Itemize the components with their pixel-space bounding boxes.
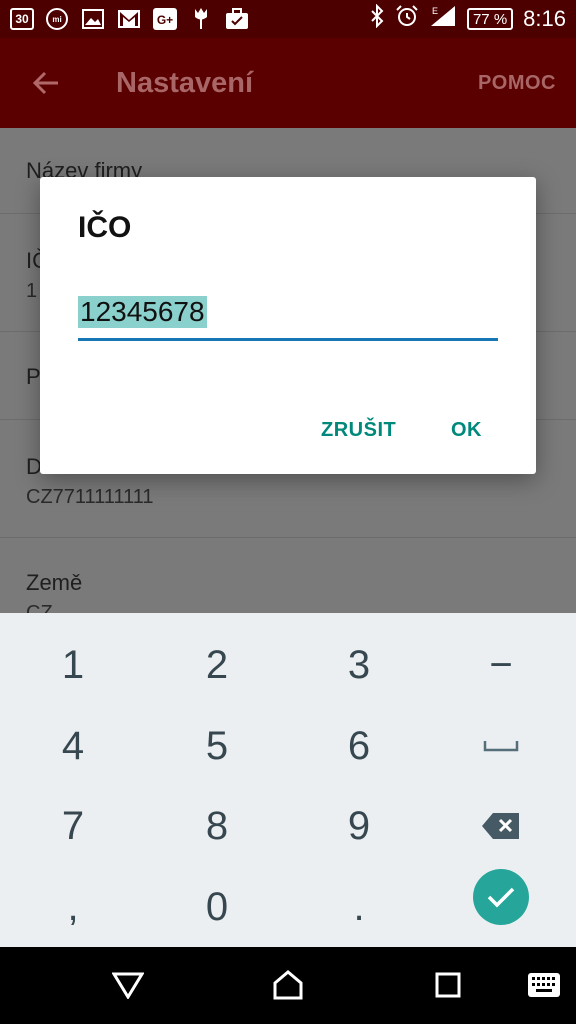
- system-icons: E 77 % 8:16: [369, 3, 566, 34]
- key-8[interactable]: 8: [147, 786, 287, 866]
- bluetooth-icon: [369, 3, 385, 34]
- ico-dialog: IČO 12345678 ZRUŠIT OK: [40, 177, 536, 474]
- key-period[interactable]: .: [289, 867, 429, 947]
- tulip-icon: [188, 7, 214, 31]
- dialog-title: IČO: [78, 211, 132, 244]
- app-bar: Nastavení POMOC: [0, 38, 576, 128]
- nav-recents-button[interactable]: [428, 965, 468, 1005]
- nav-home-button[interactable]: [268, 965, 308, 1005]
- clock: 8:16: [523, 6, 566, 31]
- key-1[interactable]: 1: [3, 625, 143, 705]
- mi-icon: mi: [44, 7, 70, 31]
- briefcase-icon: [224, 7, 250, 31]
- key-minus[interactable]: −: [431, 625, 571, 705]
- page-title: Nastavení: [116, 66, 254, 99]
- svg-text:E: E: [432, 6, 438, 16]
- done-check-icon: [487, 887, 515, 908]
- backspace-icon: [482, 813, 519, 839]
- keyboard-icon: [528, 973, 560, 997]
- key-4[interactable]: 4: [3, 706, 143, 786]
- nav-back-button[interactable]: [108, 965, 148, 1005]
- list-item-country[interactable]: Země CZ: [0, 538, 576, 613]
- key-5[interactable]: 5: [147, 706, 287, 786]
- keyboard-switch-button[interactable]: [524, 965, 564, 1005]
- alarm-icon: [395, 4, 419, 34]
- signal-icon: E: [429, 4, 457, 34]
- space-icon: [483, 741, 519, 752]
- help-button[interactable]: POMOC: [478, 72, 556, 95]
- gmail-icon: [116, 7, 142, 31]
- numeric-keyboard: 1 2 3 − 4 5 6 7 8 9 , 0 .: [0, 613, 576, 947]
- square-recents-icon: [435, 972, 461, 998]
- row-label: Země: [26, 570, 83, 595]
- key-backspace[interactable]: [431, 786, 571, 866]
- row-value: CZ7711111111: [26, 486, 154, 508]
- google-plus-icon: G+: [152, 7, 178, 31]
- ok-button[interactable]: OK: [451, 419, 482, 442]
- image-icon: [80, 7, 106, 31]
- status-bar: 30 mi G+ E 77 % 8:16: [0, 0, 576, 38]
- key-0[interactable]: 0: [147, 867, 287, 947]
- navigation-bar: [0, 947, 576, 1024]
- notification-icons: 30 mi G+: [10, 7, 250, 31]
- key-2[interactable]: 2: [147, 625, 287, 705]
- key-comma[interactable]: ,: [3, 867, 143, 947]
- key-space[interactable]: [431, 706, 571, 786]
- calendar-icon: 30: [10, 8, 34, 30]
- key-3[interactable]: 3: [289, 625, 429, 705]
- home-icon: [273, 970, 303, 1000]
- key-7[interactable]: 7: [3, 786, 143, 866]
- svg-text:mi: mi: [52, 15, 61, 24]
- svg-text:G+: G+: [157, 13, 173, 27]
- done-key[interactable]: [473, 869, 529, 925]
- row-value: CZ: [26, 602, 53, 613]
- key-6[interactable]: 6: [289, 706, 429, 786]
- key-9[interactable]: 9: [289, 786, 429, 866]
- triangle-back-icon: [112, 972, 144, 999]
- ico-input-value[interactable]: 12345678: [78, 296, 207, 328]
- battery-indicator: 77 %: [466, 8, 514, 30]
- cancel-button[interactable]: ZRUŠIT: [321, 419, 396, 442]
- back-arrow-icon[interactable]: [32, 69, 60, 97]
